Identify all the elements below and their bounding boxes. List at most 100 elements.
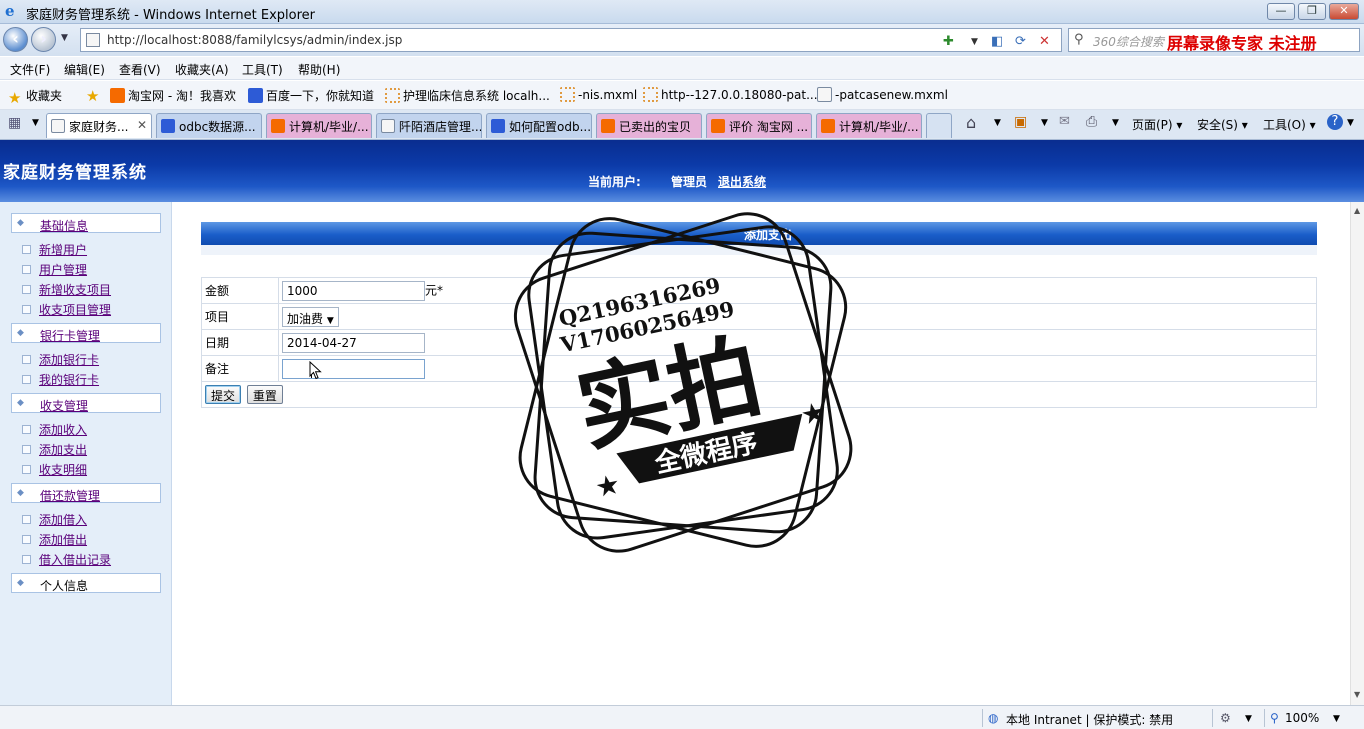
refresh-icon[interactable]: ⟳ — [1015, 34, 1026, 49]
quick-tabs-icon[interactable]: ▦ — [8, 115, 21, 131]
page-menu[interactable]: 页面(P) ▾ — [1132, 116, 1182, 133]
tab-item[interactable]: 评价 淘宝网 ... — [706, 113, 812, 138]
address-dropdown-icon[interactable]: ▼ — [971, 37, 978, 47]
menu-help[interactable]: 帮助(H) — [298, 61, 340, 78]
form-row-amount: 金额 1000 元* — [201, 277, 1317, 304]
back-button[interactable]: ‹ — [3, 27, 28, 52]
sidebar-item-details[interactable]: 收支明细 — [22, 461, 87, 478]
amount-input[interactable]: 1000 — [282, 280, 425, 301]
tab-item[interactable]: 计算机/毕业/... — [266, 113, 372, 138]
sidebar-item-category-manage[interactable]: 收支项目管理 — [22, 301, 111, 318]
form-row-note: 备注 — [201, 355, 1317, 382]
sidebar-section-basic[interactable]: ◆ 基础信息 — [11, 213, 161, 233]
scroll-down-icon[interactable]: ▼ — [1354, 690, 1360, 699]
safety-menu[interactable]: 安全(S) ▾ — [1197, 116, 1248, 133]
sidebar-item-add-category[interactable]: 新增收支项目 — [22, 281, 111, 298]
tab-item[interactable]: 已卖出的宝贝 — [596, 113, 702, 138]
tab-list-icon[interactable]: ▼ — [32, 118, 39, 128]
note-input[interactable] — [282, 358, 425, 379]
feeds-icon[interactable]: ▣ — [1014, 114, 1027, 130]
maximize-button[interactable]: ❐ — [1298, 3, 1326, 20]
fav-nursing[interactable]: 护理临床信息系统 localh... — [385, 87, 550, 104]
minimize-button[interactable]: — — [1267, 3, 1295, 20]
help-icon[interactable]: ? — [1327, 114, 1343, 130]
taobao-icon — [601, 119, 615, 133]
tab-item[interactable]: odbc数据源... — [156, 113, 262, 138]
home-icon[interactable]: ⌂ — [966, 113, 976, 132]
mail-icon[interactable]: ✉ — [1059, 114, 1070, 129]
item-label: 项目 — [201, 303, 279, 330]
menu-file[interactable]: 文件(F) — [10, 61, 50, 78]
close-tab-icon[interactable]: ✕ — [137, 118, 147, 132]
fav-patcasenew[interactable]: -patcasenew.mxml — [817, 87, 948, 102]
home-dropdown-icon[interactable]: ▼ — [994, 118, 1001, 128]
baidu-icon — [491, 119, 505, 133]
favorites-button[interactable]: ★ 收藏夹 — [8, 87, 62, 106]
page-header: 家庭财务管理系统 当前用户: 管理员 退出系统 — [0, 140, 1364, 202]
print-icon[interactable]: ⎙ — [1086, 114, 1097, 130]
sidebar-section-income-expense[interactable]: ◆ 收支管理 — [11, 393, 161, 413]
scroll-up-icon[interactable]: ▲ — [1354, 206, 1360, 215]
tools-menu[interactable]: 工具(O) ▾ — [1263, 116, 1316, 133]
stop-icon[interactable]: ✕ — [1039, 34, 1050, 49]
vertical-scrollbar[interactable]: ▲ ▼ — [1350, 202, 1364, 705]
fav-pat[interactable]: http--127.0.0.18080-pat... — [643, 87, 818, 102]
tab-item[interactable]: 阡陌酒店管理... — [376, 113, 482, 138]
star-icon: ★ — [8, 89, 22, 107]
sidebar-item-add-lend[interactable]: 添加借出 — [22, 531, 87, 548]
sidebar-item-loan-records[interactable]: 借入借出记录 — [22, 551, 111, 568]
sidebar-item-my-bankcard[interactable]: 我的银行卡 — [22, 371, 99, 388]
sidebar-item-add-income[interactable]: 添加收入 — [22, 421, 87, 438]
sidebar-item-add-borrow[interactable]: 添加借入 — [22, 511, 87, 528]
sidebar-section-bankcard[interactable]: ◆ 银行卡管理 — [11, 323, 161, 343]
compat-view-icon[interactable]: ✚ — [943, 34, 954, 49]
reset-button[interactable]: 重置 — [246, 385, 283, 404]
note-label: 备注 — [201, 355, 279, 382]
add-favorite-icon[interactable]: ★ — [86, 87, 104, 104]
sidebar-section-loan[interactable]: ◆ 借还款管理 — [11, 483, 161, 503]
sidebar-item-add-bankcard[interactable]: 添加银行卡 — [22, 351, 99, 368]
loading-icon — [385, 88, 400, 103]
item-select[interactable]: 加油费 ▼ — [282, 306, 339, 327]
fav-nis[interactable]: -nis.mxml — [560, 87, 637, 102]
date-input[interactable]: 2014-04-27 — [282, 332, 425, 353]
search-box[interactable]: ⚲ 360综合搜索 屏幕录像专家 未注册 — [1068, 28, 1360, 53]
ie-logo-icon: e — [5, 2, 15, 20]
protected-mode-icon[interactable]: ⚙ — [1220, 711, 1231, 725]
help-dropdown-icon[interactable]: ▼ — [1347, 118, 1354, 128]
sidebar-item-add-user[interactable]: 新增用户 — [22, 241, 87, 258]
tab-item[interactable]: 计算机/毕业/... — [816, 113, 922, 138]
tab-active[interactable]: 家庭财务... ✕ — [46, 113, 152, 138]
new-tab-button[interactable] — [926, 113, 952, 138]
current-user-name: 管理员 — [671, 175, 708, 189]
menu-favorites[interactable]: 收藏夹(A) — [175, 61, 229, 78]
fav-taobao[interactable]: 淘宝网 - 淘！我喜欢 — [110, 87, 236, 104]
page-icon — [817, 87, 832, 102]
tab-bar: ▦ ▼ 家庭财务... ✕ odbc数据源... 计算机/毕业/... 阡陌酒店管… — [0, 110, 1364, 140]
zoom-icon[interactable]: ⚲ — [1270, 711, 1279, 725]
rss-compat-icon[interactable]: ◧ — [991, 34, 1003, 49]
submit-button[interactable]: 提交 — [205, 385, 242, 404]
protected-dropdown-icon[interactable]: ▼ — [1245, 714, 1252, 724]
print-dropdown-icon[interactable]: ▼ — [1112, 118, 1119, 128]
zoom-level[interactable]: 100% — [1285, 711, 1319, 725]
sidebar-section-personal[interactable]: ◆ 个人信息 — [11, 573, 161, 593]
menu-edit[interactable]: 编辑(E) — [64, 61, 105, 78]
zoom-dropdown-icon[interactable]: ▼ — [1333, 714, 1340, 724]
menu-tools[interactable]: 工具(T) — [242, 61, 283, 78]
search-placeholder[interactable]: 360综合搜索 — [1093, 33, 1164, 50]
fav-baidu[interactable]: 百度一下，你就知道 — [248, 87, 374, 104]
history-dropdown-icon[interactable]: ▼ — [61, 33, 68, 43]
feeds-dropdown-icon[interactable]: ▼ — [1041, 118, 1048, 128]
sidebar-item-add-expense[interactable]: 添加支出 — [22, 441, 87, 458]
mouse-pointer-icon — [309, 361, 322, 380]
form-row-item: 项目 加油费 ▼ — [201, 303, 1317, 330]
address-field[interactable]: http://localhost:8088/familylcsys/admin/… — [80, 28, 1062, 52]
menu-view[interactable]: 查看(V) — [119, 61, 161, 78]
forward-button[interactable]: › — [31, 27, 56, 52]
address-url[interactable]: http://localhost:8088/familylcsys/admin/… — [107, 33, 402, 47]
tab-item[interactable]: 如何配置odb... — [486, 113, 592, 138]
close-window-button[interactable]: ✕ — [1329, 3, 1359, 20]
sidebar-item-user-manage[interactable]: 用户管理 — [22, 261, 87, 278]
logout-link[interactable]: 退出系统 — [718, 173, 766, 190]
